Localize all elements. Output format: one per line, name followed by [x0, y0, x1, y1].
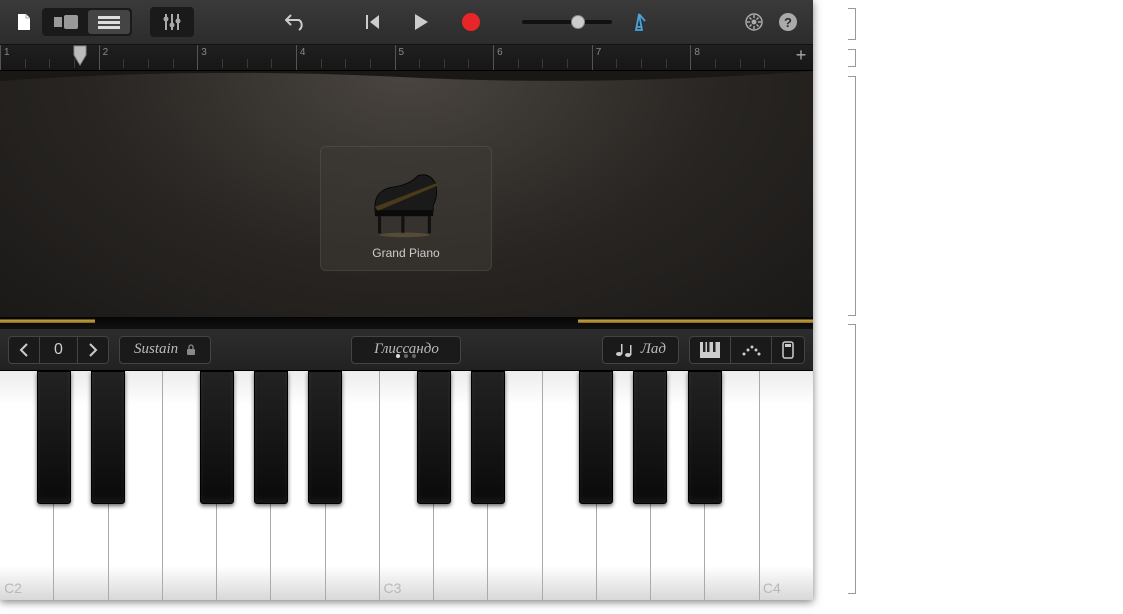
- black-key[interactable]: [200, 371, 234, 504]
- black-key[interactable]: [91, 371, 125, 504]
- keyboard-layout-group: [689, 336, 805, 364]
- octave-down-button[interactable]: [9, 337, 39, 363]
- my-songs-button[interactable]: [10, 8, 38, 36]
- master-volume-slider[interactable]: [522, 20, 612, 24]
- svg-text:?: ?: [784, 15, 792, 30]
- black-key[interactable]: [633, 371, 667, 504]
- grand-piano-icon: [366, 168, 446, 238]
- black-key[interactable]: [471, 371, 505, 504]
- black-key[interactable]: [37, 371, 71, 504]
- keyboard-controls: 0 Sustain Глиссандо Лад: [0, 329, 813, 371]
- keyboard-extras-button[interactable]: [771, 337, 804, 363]
- callout-brackets: [820, 0, 1110, 614]
- notes-icon: [615, 342, 633, 358]
- track-controls-button[interactable]: [152, 9, 192, 35]
- octave-value: 0: [39, 337, 77, 363]
- app-window: ? 1 2 3 4 5 6 7 8 + Grand Piano: [0, 0, 813, 600]
- go-to-beginning-button[interactable]: [360, 9, 386, 35]
- record-button[interactable]: [456, 7, 486, 37]
- metronome-button[interactable]: [624, 7, 654, 37]
- touch-instrument-area: Grand Piano: [0, 71, 813, 317]
- sustain-button[interactable]: Sustain: [119, 336, 211, 364]
- instrument-selector[interactable]: Grand Piano: [320, 146, 492, 271]
- ruler-bar-7: 7: [592, 45, 593, 70]
- ruler-bar-2: 2: [99, 45, 100, 70]
- hinge-bar: [0, 317, 813, 329]
- ruler-bar-6: 6: [493, 45, 494, 70]
- ruler-bar-3: 3: [197, 45, 198, 70]
- keyboard-mode-button[interactable]: Глиссандо: [351, 336, 461, 364]
- undo-button[interactable]: [280, 8, 312, 36]
- octave-label: C4: [763, 580, 781, 596]
- ruler[interactable]: 1 2 3 4 5 6 7 8 +: [0, 45, 813, 71]
- arpeggiator-button[interactable]: [730, 337, 771, 363]
- octave-stepper: 0: [8, 336, 109, 364]
- track-controls-toggle: [150, 7, 194, 37]
- volume-knob[interactable]: [571, 15, 585, 29]
- black-key[interactable]: [579, 371, 613, 504]
- ruler-bar-8: 8: [690, 45, 691, 70]
- octave-label: C3: [383, 580, 401, 596]
- ruler-bar-5: 5: [395, 45, 396, 70]
- keyboard-layout-button[interactable]: [690, 337, 730, 363]
- add-section-button[interactable]: +: [789, 45, 813, 66]
- octave-label: C2: [4, 580, 22, 596]
- tracks-button[interactable]: [88, 10, 130, 34]
- black-key[interactable]: [688, 371, 722, 504]
- black-key[interactable]: [254, 371, 288, 504]
- ruler-bar-1: 1: [0, 45, 1, 70]
- page-dots: [396, 354, 416, 358]
- black-key[interactable]: [417, 371, 451, 504]
- playhead[interactable]: [73, 45, 87, 67]
- octave-up-button[interactable]: [77, 337, 108, 363]
- scale-button[interactable]: Лад: [602, 336, 679, 364]
- black-key[interactable]: [308, 371, 342, 504]
- help-button[interactable]: ?: [773, 7, 803, 37]
- view-toggle: [42, 8, 132, 36]
- lock-icon: [186, 344, 196, 356]
- song-settings-button[interactable]: [739, 7, 769, 37]
- play-button[interactable]: [408, 8, 434, 36]
- control-bar: ?: [0, 0, 813, 45]
- keyboard[interactable]: C2 C3 C4: [0, 371, 813, 600]
- browser-button[interactable]: [44, 10, 88, 34]
- ruler-bar-4: 4: [296, 45, 297, 70]
- instrument-name: Grand Piano: [372, 246, 439, 260]
